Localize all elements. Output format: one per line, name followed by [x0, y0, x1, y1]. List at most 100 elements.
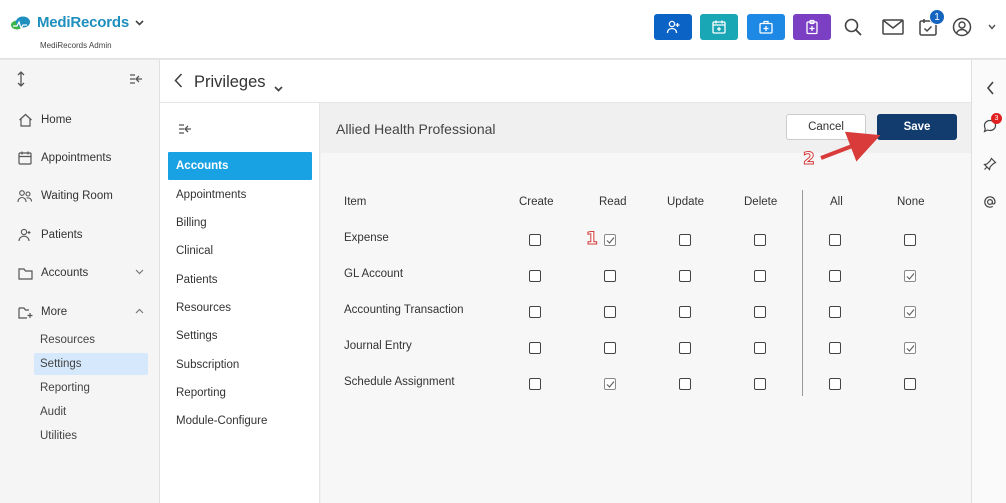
- column-header-update: Update: [667, 196, 705, 208]
- update-checkbox[interactable]: [679, 342, 691, 354]
- sidebar: Home Appointments Waiting Room Patients …: [0, 60, 160, 503]
- sidebar-subitem-resources[interactable]: Resources: [34, 329, 148, 351]
- none-checkbox[interactable]: [904, 342, 916, 354]
- read-checkbox[interactable]: [604, 378, 616, 390]
- none-checkbox[interactable]: [904, 270, 916, 282]
- resize-vertical-icon[interactable]: [16, 70, 26, 92]
- sidebar-item-accounts[interactable]: Accounts: [16, 262, 148, 284]
- home-icon: [16, 111, 34, 129]
- sidebar-subitem-utilities[interactable]: Utilities: [34, 425, 148, 447]
- create-checkbox[interactable]: [529, 378, 541, 390]
- medical-kit-icon: [759, 20, 773, 34]
- notification-badge: 1: [929, 9, 945, 25]
- all-checkbox[interactable]: [829, 378, 841, 390]
- calendar-plus-icon: [712, 20, 726, 34]
- role-title: Allied Health Professional: [336, 121, 496, 137]
- all-checkbox[interactable]: [829, 234, 841, 246]
- update-checkbox[interactable]: [679, 234, 691, 246]
- submenu-item-subscription[interactable]: Subscription: [168, 351, 312, 379]
- read-checkbox[interactable]: [604, 270, 616, 282]
- all-checkbox[interactable]: [829, 270, 841, 282]
- save-button[interactable]: Save: [877, 114, 957, 140]
- right-rail: 3: [971, 60, 1006, 503]
- sidebar-item-home[interactable]: Home: [16, 109, 148, 131]
- mail-icon[interactable]: [880, 14, 906, 40]
- read-checkbox[interactable]: [604, 342, 616, 354]
- submenu-item-patients[interactable]: Patients: [168, 266, 312, 294]
- submenu-item-reporting[interactable]: Reporting: [168, 379, 312, 407]
- app-logo[interactable]: MediRecords: [10, 14, 144, 31]
- user-avatar-icon[interactable]: [949, 14, 975, 40]
- update-checkbox[interactable]: [679, 378, 691, 390]
- submenu-item-module-configure[interactable]: Module-Configure: [168, 407, 312, 435]
- new-appointment-button[interactable]: [700, 14, 738, 40]
- read-checkbox[interactable]: [604, 234, 616, 246]
- add-person-icon: [666, 20, 680, 34]
- medical-kit-button[interactable]: [747, 14, 785, 40]
- delete-checkbox[interactable]: [754, 270, 766, 282]
- mention-icon[interactable]: [981, 193, 999, 211]
- column-header-delete: Delete: [744, 196, 778, 208]
- row-label: Expense: [344, 232, 389, 244]
- sidebar-item-label: Patients: [41, 229, 83, 241]
- collapse-sidebar-icon[interactable]: [129, 72, 143, 90]
- sidebar-subitem-settings[interactable]: Settings: [34, 353, 148, 375]
- clipboard-icon: [806, 19, 818, 35]
- person-icon: [16, 226, 34, 244]
- delete-checkbox[interactable]: [754, 306, 766, 318]
- submenu-item-appointments[interactable]: Appointments: [168, 181, 312, 209]
- sidebar-item-waiting-room[interactable]: Waiting Room: [16, 185, 148, 207]
- top-bar: MediRecords MediRecords Admin 1: [0, 0, 1006, 59]
- submenu-item-billing[interactable]: Billing: [168, 209, 312, 237]
- none-checkbox[interactable]: [904, 378, 916, 390]
- row-label: Journal Entry: [344, 340, 412, 352]
- annotation-step-1: 1: [586, 229, 599, 250]
- privileges-submenu: Accounts Appointments Billing Clinical P…: [160, 103, 320, 503]
- chat-badge: 3: [991, 113, 1002, 124]
- delete-checkbox[interactable]: [754, 234, 766, 246]
- sidebar-item-patients[interactable]: Patients: [16, 224, 148, 246]
- create-checkbox[interactable]: [529, 270, 541, 282]
- pin-icon[interactable]: [981, 155, 999, 173]
- read-checkbox[interactable]: [604, 306, 616, 318]
- update-checkbox[interactable]: [679, 306, 691, 318]
- submenu-item-clinical[interactable]: Clinical: [168, 237, 312, 265]
- annotation-arrow-icon: [820, 131, 881, 162]
- user-menu-caret-icon[interactable]: [988, 22, 996, 32]
- sidebar-item-label: Waiting Room: [41, 190, 113, 202]
- all-checkbox[interactable]: [829, 306, 841, 318]
- sidebar-subitem-reporting[interactable]: Reporting: [34, 377, 148, 399]
- none-checkbox[interactable]: [904, 306, 916, 318]
- delete-checkbox[interactable]: [754, 378, 766, 390]
- clipboard-button[interactable]: [793, 14, 831, 40]
- none-checkbox[interactable]: [904, 234, 916, 246]
- update-checkbox[interactable]: [679, 270, 691, 282]
- submenu-item-resources[interactable]: Resources: [168, 294, 312, 322]
- sidebar-subitem-audit[interactable]: Audit: [34, 401, 148, 423]
- sidebar-item-appointments[interactable]: Appointments: [16, 147, 148, 169]
- add-patient-button[interactable]: [654, 14, 692, 40]
- sidebar-item-more[interactable]: More: [16, 301, 148, 323]
- column-header-none: None: [897, 196, 925, 208]
- create-checkbox[interactable]: [529, 306, 541, 318]
- submenu-item-accounts[interactable]: Accounts: [168, 152, 312, 180]
- sidebar-item-label: Home: [41, 114, 72, 126]
- back-arrow-icon[interactable]: [174, 73, 183, 93]
- app-subtitle: MediRecords Admin: [40, 41, 112, 50]
- column-header-read: Read: [599, 196, 627, 208]
- row-label: GL Account: [344, 268, 404, 280]
- create-checkbox[interactable]: [529, 342, 541, 354]
- chevron-down-icon[interactable]: [274, 79, 283, 97]
- create-checkbox[interactable]: [529, 234, 541, 246]
- collapse-menu-icon[interactable]: [178, 122, 192, 140]
- sidebar-item-label: More: [41, 306, 68, 318]
- search-icon[interactable]: [840, 14, 866, 40]
- chevron-left-icon[interactable]: [981, 79, 999, 97]
- row-label: Schedule Assignment: [344, 376, 455, 388]
- all-checkbox[interactable]: [829, 342, 841, 354]
- delete-checkbox[interactable]: [754, 342, 766, 354]
- page-header: Privileges: [160, 60, 971, 103]
- submenu-item-settings[interactable]: Settings: [168, 322, 312, 350]
- column-header-all: All: [830, 196, 843, 208]
- sidebar-item-label: Accounts: [41, 267, 89, 279]
